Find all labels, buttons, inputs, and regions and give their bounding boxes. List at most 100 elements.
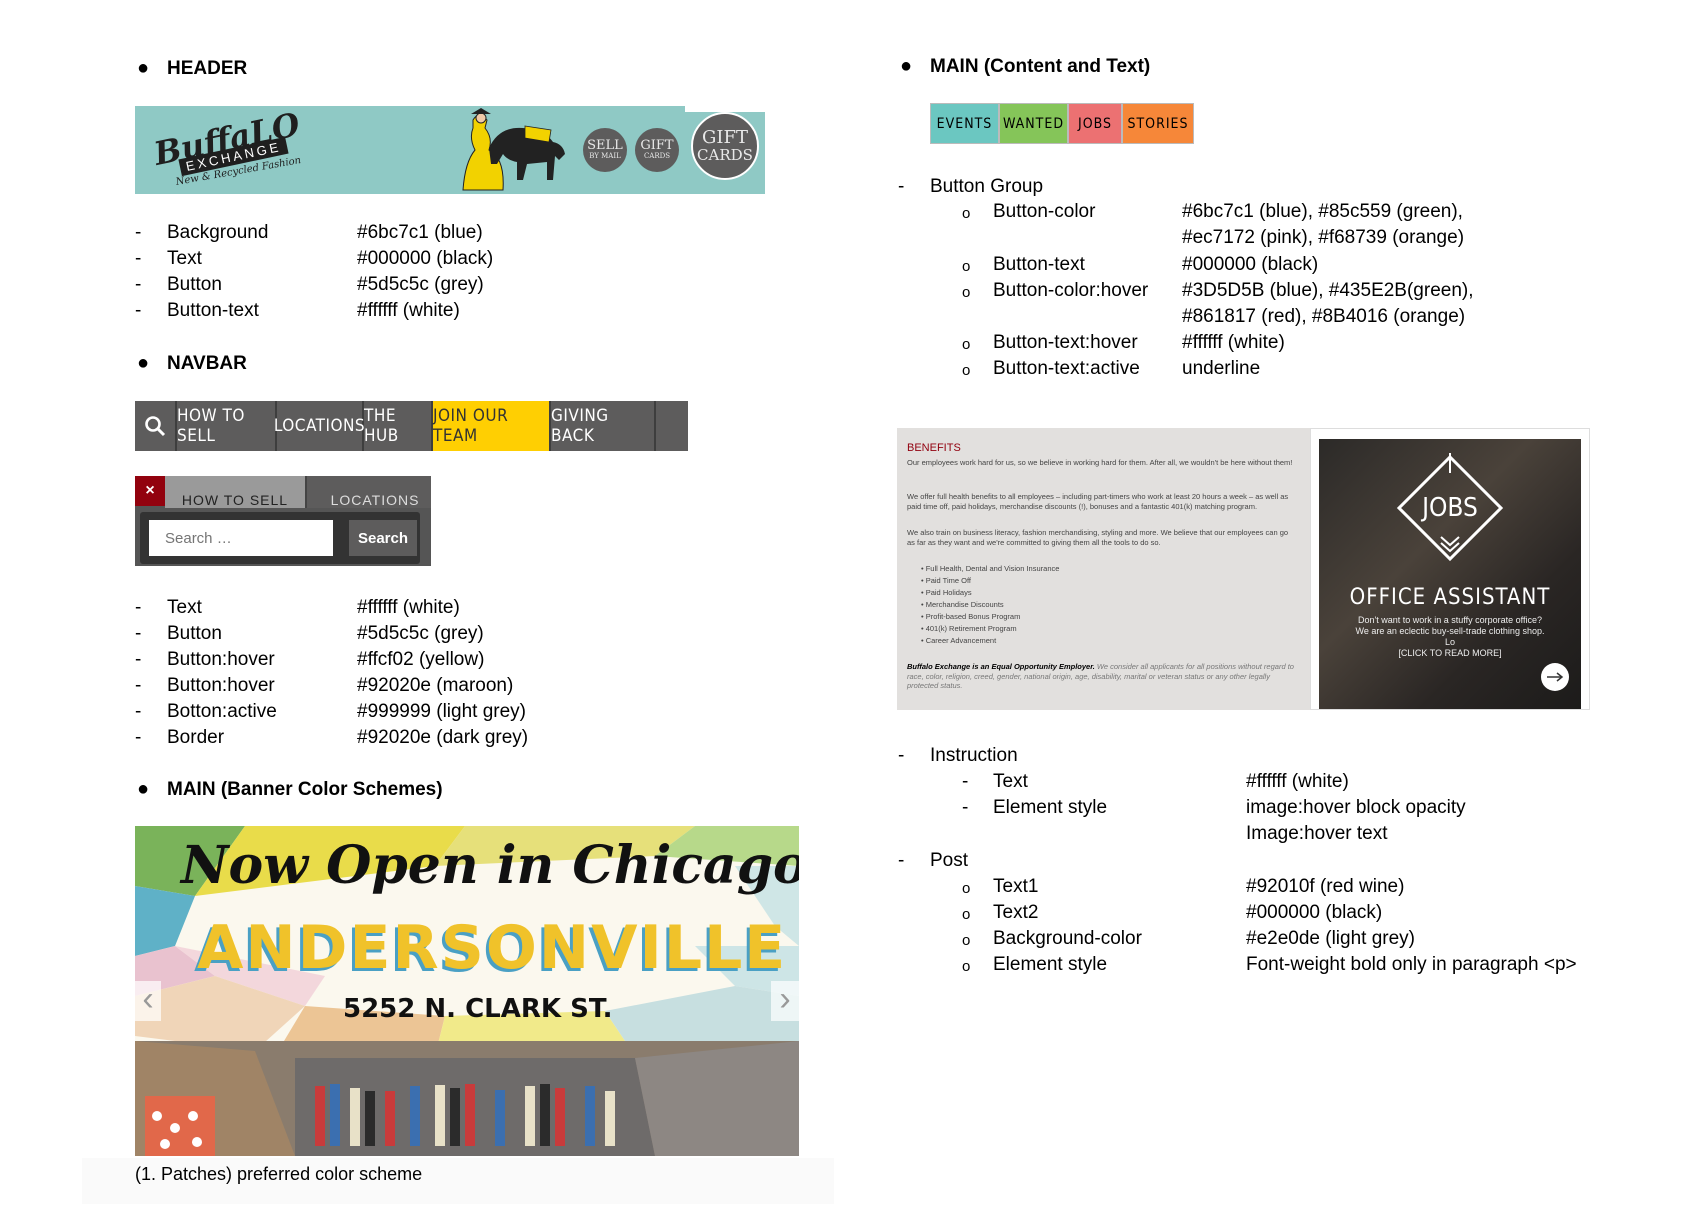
jobs-badge: JOBS (1422, 493, 1478, 523)
prop-value: image:hover block opacity (1246, 797, 1466, 818)
prop-value-2: #ec7172 (pink), #f68739 (orange) (1182, 227, 1465, 248)
dash: - (898, 850, 905, 871)
nav-join-our-team[interactable]: JOIN OUR TEAM (433, 401, 551, 451)
prop-value-2: Image:hover text (1246, 823, 1388, 844)
search-submit-button[interactable]: Search (349, 520, 417, 556)
button-group-preview: EVENTS WANTED JOBS STORIES (930, 103, 1194, 144)
jobs-line1: Don't want to work in a stuffy corporate… (1358, 615, 1542, 625)
prop-value: #000000 (black) (357, 248, 494, 269)
prop-label: Text2 (993, 902, 1039, 923)
mobile-tab-how-to-sell[interactable]: HOW TO SELL (165, 476, 305, 508)
header-preview-image: BuffaLO EXCHANGE New & Recycled Fashion … (135, 106, 765, 194)
list-item: • Paid Holidays (921, 588, 972, 597)
navbar-heading: NAVBAR (167, 353, 247, 374)
nav-how-to-sell[interactable]: HOW TO SELL (177, 401, 277, 451)
prop-label: Element style (993, 954, 1108, 975)
search-button[interactable] (135, 401, 177, 451)
dash: - (962, 771, 969, 792)
header-heading: HEADER (167, 58, 248, 79)
prop-value: #6bc7c1 (blue) (357, 222, 483, 243)
banner-prev-arrow[interactable]: ‹ (135, 981, 161, 1021)
jobs-read-more[interactable]: [CLICK TO READ MORE] (1319, 648, 1581, 658)
jobs-line3: Lo (1444, 637, 1455, 647)
prop-value: #000000 (black) (1182, 254, 1319, 275)
banner-preview: Now Open in Chicago's ANDERSONVILLE 5252… (135, 826, 799, 1156)
circle-bullet: o (962, 932, 971, 949)
arrow-right-icon[interactable] (1541, 663, 1569, 691)
gift-cards-small-button[interactable]: GIFT CARDS (635, 128, 679, 172)
nav-the-hub[interactable]: THE HUB (364, 401, 433, 451)
banner-caption: (1. Patches) preferred color scheme (135, 1164, 423, 1184)
mobile-tabs: HOW TO SELL LOCATIONS (165, 476, 431, 508)
instruction-label: Instruction (930, 745, 1018, 766)
prop-label: Button-text (167, 300, 259, 321)
eoe-bold: Buffalo Exchange is an Equal Opportunity… (907, 662, 1095, 671)
benefits-p1: Our employees work hard for us, so we be… (907, 458, 1293, 467)
benefits-title: BENEFITS (907, 442, 961, 454)
prop-label: Text (167, 248, 202, 269)
search-icon (145, 416, 166, 437)
dash: - (135, 300, 142, 321)
list-item: • 401(k) Retirement Program (921, 624, 1017, 633)
search-input[interactable] (149, 520, 333, 556)
list-item: • Career Advancement (921, 636, 997, 645)
prop-label: Background (167, 222, 269, 243)
nav-locations[interactable]: LOCATIONS (274, 401, 365, 451)
prop-label: Text (167, 597, 202, 618)
dash: - (135, 649, 142, 670)
banner-line2: ANDERSONVILLE (197, 913, 788, 983)
tag-stories[interactable]: STORIES (1122, 103, 1194, 144)
by-mail-label: BY MAIL (589, 152, 621, 160)
bullet: ● (137, 352, 150, 374)
prop-value: #000000 (black) (1246, 902, 1383, 923)
prop-value: #ffffff (white) (357, 597, 460, 618)
prop-label: Button-text:hover (993, 332, 1138, 353)
gift-big-label: GIFT (702, 126, 748, 148)
dash: - (898, 176, 905, 197)
prop-value-2: #861817 (red), #8B4016 (orange) (1182, 306, 1466, 327)
dash: - (135, 222, 142, 243)
banner-next-arrow[interactable]: › (771, 981, 799, 1021)
dash: - (135, 248, 142, 269)
prop-value: #92010f (red wine) (1246, 876, 1405, 897)
prop-value: #5d5c5c (grey) (357, 274, 484, 295)
jobs-line2: We are an eclectic buy-sell-trade clothi… (1355, 626, 1545, 636)
prop-value: #6bc7c1 (blue), #85c559 (green), (1182, 201, 1463, 222)
prop-value: #e2e0de (light grey) (1246, 928, 1415, 949)
tag-jobs[interactable]: JOBS (1068, 103, 1122, 144)
circle-bullet: o (962, 362, 971, 379)
close-icon[interactable]: × (135, 476, 165, 506)
dash: - (135, 597, 142, 618)
prop-value: underline (1182, 358, 1261, 379)
prop-value: Font-weight bold only in paragraph <p> (1246, 954, 1577, 975)
banner-line3: 5252 N. CLARK ST. (343, 994, 613, 1024)
clothing-racks (145, 1084, 615, 1156)
prop-label: Button-text (993, 254, 1085, 275)
circle-bullet: o (962, 958, 971, 975)
sell-by-mail-button[interactable]: SELL BY MAIL (583, 128, 627, 172)
mobile-tab-locations[interactable]: LOCATIONS (305, 476, 431, 508)
dash: - (135, 701, 142, 722)
gift-label: GIFT (640, 138, 674, 153)
prop-value: #92020e (maroon) (357, 675, 514, 696)
dash: - (135, 623, 142, 644)
nav-giving-back[interactable]: GIVING BACK (551, 401, 656, 451)
bullet: ● (137, 57, 150, 79)
navbar-search-preview: × HOW TO SELL LOCATIONS Search (135, 476, 431, 566)
eoe-statement: Buffalo Exchange is an Equal Opportunity… (907, 662, 1297, 691)
navbar-preview: HOW TO SELL LOCATIONS THE HUB JOIN OUR T… (135, 401, 688, 451)
benefits-p2: We offer full health benefits to all emp… (907, 492, 1289, 511)
dash: - (962, 797, 969, 818)
gift-cards-big-button[interactable]: GIFT CARDS (691, 112, 759, 180)
list-item: • Profit-based Bonus Program (921, 612, 1021, 621)
circle-bullet: o (962, 284, 971, 301)
prop-label: Element style (993, 797, 1108, 818)
button-group-label: Button Group (930, 176, 1044, 197)
tag-events[interactable]: EVENTS (930, 103, 999, 144)
jobs-card-preview[interactable]: JOBS OFFICE ASSISTANT Don't want to work… (1310, 428, 1590, 710)
dash: - (135, 274, 142, 295)
banner-line1: Now Open in Chicago's (181, 835, 799, 896)
prop-value: #ffffff (white) (357, 300, 460, 321)
tag-wanted[interactable]: WANTED (999, 103, 1068, 144)
prop-label: Button-color:hover (993, 280, 1149, 301)
